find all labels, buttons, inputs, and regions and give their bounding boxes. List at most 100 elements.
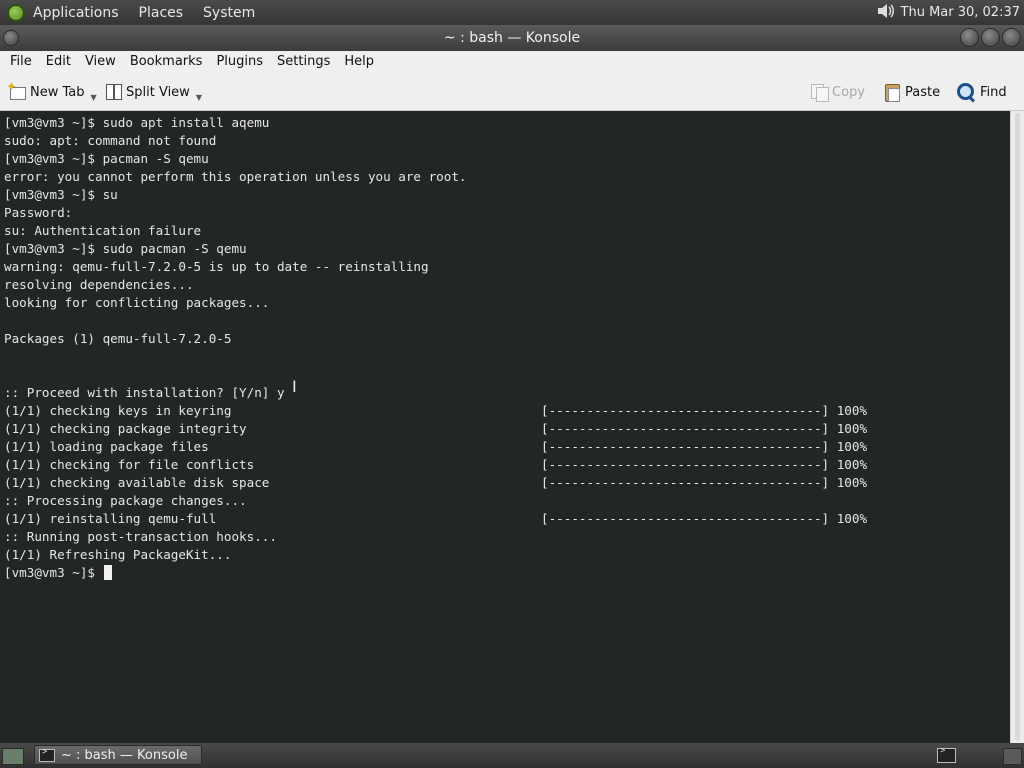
maximize-icon[interactable] bbox=[982, 29, 999, 46]
paste-icon bbox=[883, 82, 901, 102]
terminal-prompt-line: [vm3@vm3 ~]$ bbox=[4, 564, 1010, 582]
new-tab-button[interactable]: New Tab ▼ bbox=[6, 80, 97, 103]
progress-bar-text: [------------------------------------] 1… bbox=[541, 421, 868, 436]
terminal-line-text: su: Authentication failure bbox=[4, 223, 202, 238]
paste-button[interactable]: Paste bbox=[883, 81, 940, 103]
menu-plugins[interactable]: Plugins bbox=[210, 51, 269, 73]
terminal-icon bbox=[39, 747, 55, 762]
ibeam-cursor-icon: I bbox=[292, 377, 297, 396]
menu-view[interactable]: View bbox=[79, 51, 122, 73]
terminal-line-text: :: Running post-transaction hooks... bbox=[4, 529, 277, 544]
terminal-line-text: [vm3@vm3 ~]$ pacman -S qemu bbox=[4, 151, 209, 166]
workspace-switcher-icon[interactable] bbox=[1003, 748, 1022, 765]
terminal-line-text: [vm3@vm3 ~]$ sudo apt install aqemu bbox=[4, 115, 270, 130]
panel-clock[interactable]: Thu Mar 30, 02:37 bbox=[901, 5, 1020, 20]
split-view-button[interactable]: Split View ▼ bbox=[106, 81, 202, 103]
distro-logo-icon[interactable] bbox=[7, 3, 25, 22]
find-button[interactable]: Find bbox=[956, 81, 1007, 103]
progress-bar-text: [------------------------------------] 1… bbox=[541, 439, 868, 454]
menu-edit[interactable]: Edit bbox=[40, 51, 77, 73]
window-menu-icon[interactable] bbox=[4, 31, 18, 45]
menu-file[interactable]: File bbox=[4, 51, 38, 73]
minimize-icon[interactable] bbox=[961, 29, 978, 46]
chevron-down-icon[interactable]: ▼ bbox=[196, 93, 202, 102]
panel-menu-system[interactable]: System bbox=[203, 5, 255, 21]
scrollbar-track[interactable] bbox=[1015, 113, 1020, 741]
panel-menu-places[interactable]: Places bbox=[139, 5, 184, 21]
terminal-line-text: (1/1) checking keys in keyring bbox=[4, 403, 232, 418]
terminal-line: resolving dependencies... bbox=[4, 276, 1010, 294]
panel-menu-applications[interactable]: Applications bbox=[33, 5, 119, 21]
terminal-line: (1/1) Refreshing PackageKit... bbox=[4, 546, 1010, 564]
terminal-line: :: Processing package changes... bbox=[4, 492, 1010, 510]
menu-settings[interactable]: Settings bbox=[271, 51, 336, 73]
top-panel: Applications Places System Thu Mar 30, 0… bbox=[0, 0, 1024, 25]
terminal-line-text: warning: qemu-full-7.2.0-5 is up to date… bbox=[4, 259, 429, 274]
terminal-line: (1/1) checking for file conflicts [------… bbox=[4, 456, 1010, 474]
terminal-line: (1/1) reinstalling qemu-full [-----------… bbox=[4, 510, 1010, 528]
terminal-line-text: Password: bbox=[4, 205, 73, 220]
terminal-line: [vm3@vm3 ~]$ sudo apt install aqemu bbox=[4, 114, 1010, 132]
terminal-line: :: Running post-transaction hooks... bbox=[4, 528, 1010, 546]
terminal-scrollbar[interactable] bbox=[1010, 111, 1024, 743]
terminal-line-text: (1/1) loading package files bbox=[4, 439, 209, 454]
terminal-line-text: Packages (1) qemu-full-7.2.0-5 bbox=[4, 331, 232, 346]
terminal-line: Packages (1) qemu-full-7.2.0-5 bbox=[4, 330, 1010, 348]
terminal-line: [vm3@vm3 ~]$ pacman -S qemu bbox=[4, 150, 1010, 168]
close-icon[interactable] bbox=[1003, 29, 1020, 46]
show-desktop-icon[interactable] bbox=[2, 748, 24, 765]
terminal-line-text: (1/1) Refreshing PackageKit... bbox=[4, 547, 232, 562]
taskbar: ~ : bash — Konsole bbox=[0, 743, 1024, 768]
terminal-line-text: (1/1) reinstalling qemu-full bbox=[4, 511, 217, 526]
terminal-prompt: [vm3@vm3 ~]$ bbox=[4, 565, 103, 580]
terminal-line-text: [vm3@vm3 ~]$ su bbox=[4, 187, 118, 202]
chevron-down-icon[interactable]: ▼ bbox=[91, 93, 97, 102]
speaker-icon[interactable] bbox=[877, 3, 895, 23]
terminal-line: warning: qemu-full-7.2.0-5 is up to date… bbox=[4, 258, 1010, 276]
search-icon bbox=[956, 82, 976, 102]
progress-bar-text: [------------------------------------] 1… bbox=[541, 511, 868, 526]
terminal-line: error: you cannot perform this operation… bbox=[4, 168, 1010, 186]
menu-bookmarks[interactable]: Bookmarks bbox=[124, 51, 209, 73]
progress-bar-text: [------------------------------------] 1… bbox=[541, 475, 868, 490]
window-titlebar[interactable]: ~ : bash — Konsole bbox=[0, 25, 1024, 51]
terminal-output: [vm3@vm3 ~]$ sudo apt install aqemu sudo:… bbox=[4, 114, 1010, 564]
terminal-line-text: sudo: apt: command not found bbox=[4, 133, 217, 148]
window-title: ~ : bash — Konsole bbox=[443, 30, 581, 46]
split-view-label: Split View bbox=[126, 84, 190, 100]
progress-bar-text: [------------------------------------] 1… bbox=[541, 403, 868, 418]
copy-icon bbox=[810, 83, 829, 102]
new-tab-label: New Tab bbox=[30, 84, 85, 100]
terminal-line: looking for conflicting packages... bbox=[4, 294, 1010, 312]
split-view-icon bbox=[106, 84, 122, 100]
terminal-line-text: looking for conflicting packages... bbox=[4, 295, 270, 310]
taskbar-item-label: ~ : bash — Konsole bbox=[61, 747, 188, 763]
progress-bar-text: [------------------------------------] 1… bbox=[541, 457, 868, 472]
terminal-line-text: (1/1) checking package integrity bbox=[4, 421, 247, 436]
terminal-line-text: :: Proceed with installation? [Y/n] y bbox=[4, 385, 285, 400]
terminal-line: sudo: apt: command not found bbox=[4, 132, 1010, 150]
text-cursor bbox=[103, 565, 112, 580]
terminal-line-text: [vm3@vm3 ~]$ sudo pacman -S qemu bbox=[4, 241, 247, 256]
terminal-line-text: :: Processing package changes... bbox=[4, 493, 247, 508]
paste-label: Paste bbox=[905, 84, 941, 100]
terminal-line-text: (1/1) checking for file conflicts bbox=[4, 457, 255, 472]
taskbar-item-konsole[interactable]: ~ : bash — Konsole bbox=[34, 745, 202, 765]
find-label: Find bbox=[980, 84, 1007, 100]
terminal-line: (1/1) loading package files [------------… bbox=[4, 438, 1010, 456]
tray-terminal-icon[interactable] bbox=[937, 746, 956, 763]
terminal-line: (1/1) checking available disk space [----… bbox=[4, 474, 1010, 492]
copy-button[interactable]: Copy bbox=[810, 81, 865, 103]
window-controls bbox=[961, 29, 1020, 46]
menubar: File Edit View Bookmarks Plugins Setting… bbox=[0, 51, 1024, 73]
terminal-area[interactable]: [vm3@vm3 ~]$ sudo apt install aqemu sudo:… bbox=[0, 111, 1010, 743]
terminal-line: [vm3@vm3 ~]$ sudo pacman -S qemu bbox=[4, 240, 1010, 258]
terminal-line-text: resolving dependencies... bbox=[4, 277, 194, 292]
terminal-line: :: Proceed with installation? [Y/n] y bbox=[4, 384, 1010, 402]
menu-help[interactable]: Help bbox=[338, 51, 380, 73]
toolbar: New Tab ▼ Split View ▼ Copy Paste Find bbox=[0, 73, 1024, 111]
terminal-line: (1/1) checking keys in keyring [---------… bbox=[4, 402, 1010, 420]
terminal-line-text: error: you cannot perform this operation… bbox=[4, 169, 467, 184]
